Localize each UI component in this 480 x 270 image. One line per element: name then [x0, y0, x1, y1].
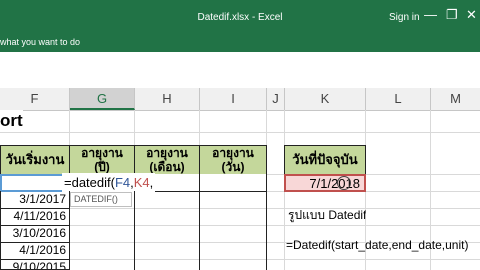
today-value-cell[interactable]: 7/1/2018 — [284, 174, 366, 192]
column-header-f[interactable]: F — [0, 88, 70, 110]
formula-ref-k4: K4 — [133, 175, 150, 190]
datedif-syntax-text: =Datedif(start_date,end_date,unit) — [286, 238, 469, 252]
header-age-days-line1: อายุงาน — [212, 146, 254, 160]
age-days-column[interactable] — [199, 191, 267, 270]
header-age-months-line1: อายุงาน — [146, 146, 188, 160]
column-header-g[interactable]: G — [70, 88, 135, 110]
start-date-row-3[interactable]: 3/10/2016 — [0, 225, 70, 243]
formula-bar[interactable] — [0, 52, 480, 89]
header-age-years-line1: อายุงาน — [81, 146, 123, 160]
minimize-icon[interactable]: — — [424, 8, 437, 22]
age-months-column[interactable] — [134, 191, 200, 270]
column-header-i[interactable]: I — [200, 88, 267, 110]
close-icon[interactable]: ✕ — [466, 8, 477, 22]
header-today: วันที่ปัจจุบัน — [284, 145, 366, 175]
formula-ref-f4: F4 — [114, 175, 131, 190]
header-age-months-line2: (เดือน) — [149, 160, 185, 174]
start-date-row-1[interactable]: 3/1/2017 — [0, 191, 70, 209]
worksheet-grid[interactable]: ort วันเริ่มงาน อายุงาน (ปี) อายุงาน (เด… — [0, 110, 480, 270]
column-header-h[interactable]: H — [135, 88, 200, 110]
header-age-days-line2: (วัน) — [221, 160, 245, 174]
header-age-months: อายุงาน (เดือน) — [134, 145, 200, 175]
tell-me-box[interactable]: what you want to do — [0, 37, 80, 47]
age-years-column[interactable] — [69, 191, 135, 270]
age-days-cell[interactable] — [199, 174, 267, 192]
column-header-k[interactable]: K — [285, 88, 366, 110]
start-date-row-2[interactable]: 4/11/2016 — [0, 208, 70, 226]
report-title: ort — [0, 110, 23, 132]
title-bar: Datedif.xlsx - Excel Sign in — ❐ ✕ — [0, 0, 480, 34]
formula-editing-text[interactable]: =datedif(F4,K4, — [62, 173, 156, 192]
column-header-j[interactable]: J — [267, 88, 285, 110]
start-date-row-4[interactable]: 4/1/2016 — [0, 242, 70, 260]
column-header-m[interactable]: M — [431, 88, 480, 110]
header-age-days: อายุงาน (วัน) — [199, 145, 267, 175]
column-header-row: F G H I J K L M — [0, 88, 480, 111]
sign-in-link[interactable]: Sign in — [389, 12, 420, 23]
mouse-cursor — [337, 176, 351, 190]
header-start-date: วันเริ่มงาน — [0, 145, 70, 175]
start-date-cell-editing[interactable] — [0, 174, 70, 192]
ribbon: what you want to do — [0, 34, 480, 52]
datedif-format-label: รูปแบบ Datedif — [288, 208, 367, 222]
header-age-years: อายุงาน (ปี) — [69, 145, 135, 175]
formula-tail: , — [149, 175, 154, 190]
column-header-l[interactable]: L — [366, 88, 431, 110]
formula-prefix: =datedif( — [64, 175, 115, 190]
header-age-years-line2: (ปี) — [94, 160, 110, 174]
restore-icon[interactable]: ❐ — [446, 8, 458, 22]
start-date-row-5[interactable]: 9/10/2015 — [0, 259, 70, 270]
